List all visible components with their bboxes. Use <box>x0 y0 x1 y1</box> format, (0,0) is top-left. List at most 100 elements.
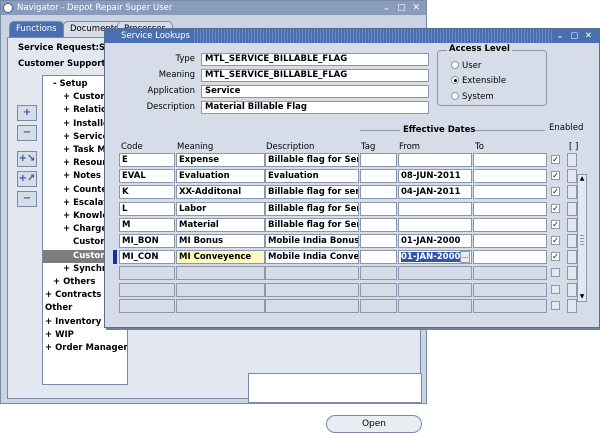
cell-to[interactable] <box>473 201 547 216</box>
tree-node[interactable]: - Setup <box>53 78 88 91</box>
access-user-radio[interactable]: User <box>451 61 481 71</box>
cell-code[interactable]: K <box>119 185 175 200</box>
cell-from[interactable] <box>398 201 472 216</box>
cell-from[interactable] <box>398 282 472 297</box>
cell-tag[interactable] <box>360 298 397 313</box>
meaning-field[interactable]: MTL_SERVICE_BILLABLE_FLAG <box>201 69 429 82</box>
cell-from[interactable] <box>398 217 472 232</box>
expand-all-button[interactable]: +↗ <box>17 171 37 187</box>
cell-meaning[interactable] <box>176 266 265 281</box>
navigator-titlebar[interactable]: Navigator - Depot Repair Super User ⌄ ▢ … <box>1 1 426 15</box>
cell-from[interactable] <box>398 266 472 281</box>
cell-tag[interactable] <box>360 153 397 167</box>
cell-description[interactable] <box>265 298 359 313</box>
tree-node[interactable]: Other <box>45 302 72 315</box>
cell-to[interactable] <box>473 169 547 184</box>
window-controls[interactable]: ⌄ ▢ ✕ <box>383 1 422 15</box>
row-indicator[interactable] <box>113 185 117 200</box>
cell-code[interactable] <box>119 298 175 313</box>
grid-scrollbar[interactable]: ▲ ▼ <box>577 174 587 302</box>
scroll-up-icon[interactable]: ▲ <box>578 175 586 183</box>
cell-tag[interactable] <box>360 250 397 265</box>
row-indicator[interactable] <box>113 298 117 313</box>
flexfield-cell[interactable] <box>567 282 577 297</box>
cell-tag[interactable] <box>360 169 397 184</box>
flexfield-cell[interactable] <box>567 185 577 200</box>
application-field[interactable]: Service <box>201 85 429 98</box>
cell-to[interactable] <box>473 298 547 313</box>
tree-node[interactable]: + Inventory <box>45 316 101 329</box>
date-picker-button[interactable]: ... <box>460 251 470 264</box>
cell-description[interactable] <box>265 266 359 281</box>
cell-description[interactable]: Billable flag for servic <box>265 185 359 200</box>
cell-from[interactable]: 04-JAN-2011 <box>398 185 472 200</box>
access-system-radio[interactable]: System <box>451 92 494 102</box>
row-indicator[interactable] <box>113 250 117 265</box>
cell-from[interactable] <box>398 153 472 167</box>
cell-description[interactable]: Billable flag for Servic <box>265 153 359 167</box>
row-indicator[interactable] <box>113 266 117 281</box>
cell-meaning[interactable]: XX-Additonal <box>176 185 265 200</box>
cell-from[interactable]: 01-JAN-2000 <box>398 234 472 248</box>
cell-from[interactable]: 08-JUN-2011 <box>398 169 472 184</box>
cell-to[interactable] <box>473 185 547 200</box>
scroll-down-icon[interactable]: ▼ <box>578 293 586 301</box>
scroll-thumb[interactable] <box>580 233 584 245</box>
row-indicator[interactable] <box>113 217 117 232</box>
flexfield-cell[interactable] <box>567 234 577 248</box>
row-indicator[interactable] <box>113 282 117 297</box>
row-indicator[interactable] <box>113 234 117 248</box>
row-indicator[interactable] <box>113 153 117 167</box>
cell-tag[interactable] <box>360 217 397 232</box>
flexfield-cell[interactable] <box>567 298 577 313</box>
enabled-checkbox[interactable]: ✓ <box>551 219 560 229</box>
cell-to[interactable] <box>473 250 547 265</box>
cell-meaning[interactable]: MI Bonus <box>176 234 265 248</box>
cell-code[interactable]: EVAL <box>119 169 175 184</box>
tree-node[interactable]: + Contracts <box>45 289 101 302</box>
cell-code[interactable]: E <box>119 153 175 167</box>
enabled-checkbox[interactable]: ✓ <box>551 236 560 245</box>
remove-from-list-button[interactable]: − <box>17 125 37 141</box>
tree-node[interactable]: + Others <box>53 276 95 289</box>
cell-from[interactable] <box>398 298 472 313</box>
cell-tag[interactable] <box>360 185 397 200</box>
cell-tag[interactable] <box>360 201 397 216</box>
cell-meaning[interactable]: Labor <box>176 201 265 216</box>
cell-description[interactable] <box>265 282 359 297</box>
expand-branch-button[interactable]: +↘ <box>17 151 37 167</box>
enabled-checkbox[interactable] <box>551 300 560 310</box>
open-button[interactable]: Open <box>326 415 422 433</box>
lookups-window-controls[interactable]: ⌄ ▢ ✕ <box>553 29 597 43</box>
cell-code[interactable] <box>119 282 175 297</box>
flexfield-cell[interactable] <box>567 217 577 232</box>
cell-description[interactable]: Billable flag for Servic <box>265 217 359 232</box>
cell-description[interactable]: Evaluation <box>265 169 359 184</box>
cell-code[interactable]: M <box>119 217 175 232</box>
cell-description[interactable]: Billable flag for Servic <box>265 201 359 216</box>
flexfield-cell[interactable] <box>567 153 577 167</box>
enabled-checkbox[interactable]: ✓ <box>551 203 560 213</box>
description-field[interactable]: Material Billable Flag <box>201 101 429 114</box>
cell-to[interactable] <box>473 282 547 297</box>
cell-to[interactable] <box>473 266 547 281</box>
cell-meaning[interactable]: Evaluation <box>176 169 265 184</box>
top-ten-list[interactable] <box>248 373 422 403</box>
add-to-list-button[interactable]: + <box>17 105 37 121</box>
row-indicator[interactable] <box>113 169 117 184</box>
cell-to[interactable] <box>473 217 547 232</box>
cell-tag[interactable] <box>360 282 397 297</box>
cell-meaning[interactable]: Material <box>176 217 265 232</box>
flexfield-cell[interactable] <box>567 169 577 184</box>
enabled-checkbox[interactable]: ✓ <box>551 171 560 181</box>
tab-functions[interactable]: Functions <box>9 21 64 37</box>
cell-description[interactable]: Mobile India Conveye <box>265 250 359 265</box>
cell-to[interactable] <box>473 153 547 167</box>
type-field[interactable]: MTL_SERVICE_BILLABLE_FLAG <box>201 53 429 66</box>
tree-node[interactable]: + WIP <box>45 329 74 342</box>
cell-description[interactable]: Mobile India Bonus <box>265 234 359 248</box>
cell-code[interactable]: MI_BON <box>119 234 175 248</box>
cell-meaning[interactable]: MI Conveyence <box>176 250 265 265</box>
access-extensible-radio[interactable]: Extensible <box>451 76 506 86</box>
flexfield-cell[interactable] <box>567 201 577 216</box>
